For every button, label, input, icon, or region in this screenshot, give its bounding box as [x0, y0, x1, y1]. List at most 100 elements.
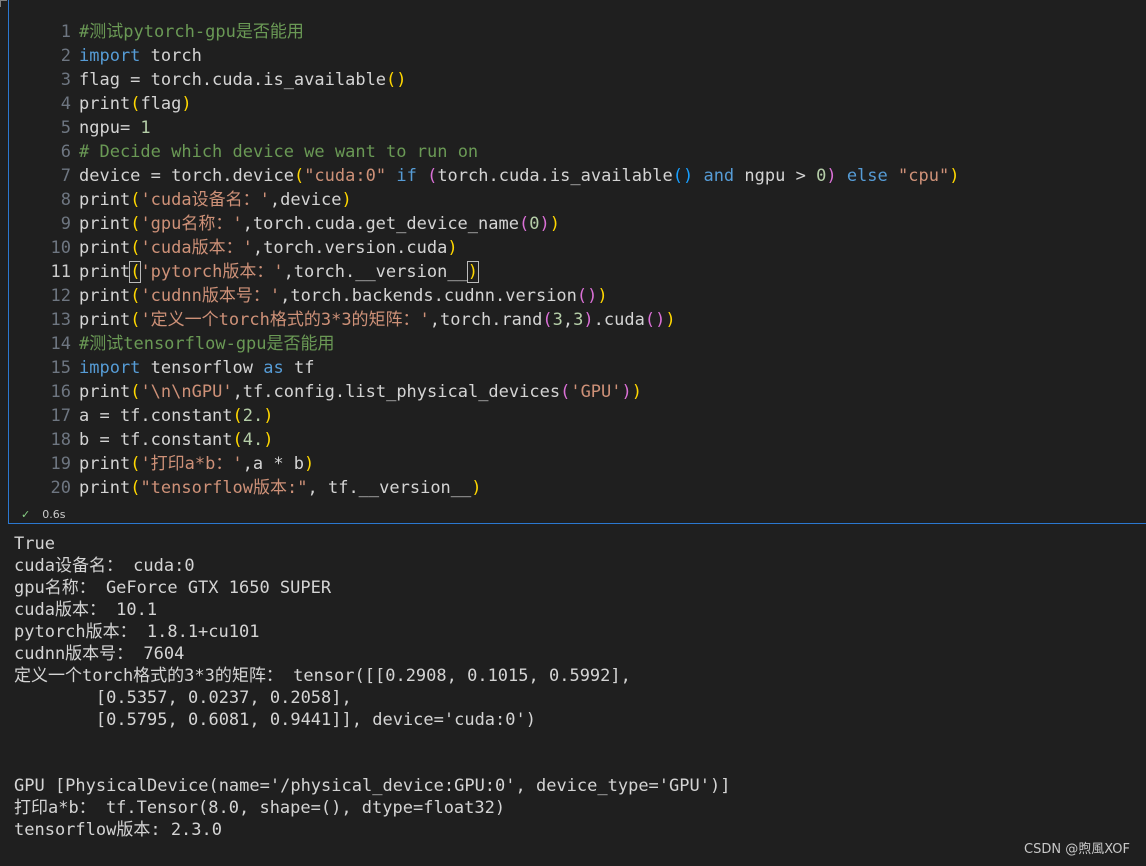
code-text[interactable]: print('cuda设备名：',device): [79, 188, 352, 212]
code-token: (: [130, 286, 141, 306]
code-text[interactable]: # Decide which device we want to run on: [79, 140, 478, 164]
output-line: cuda版本： 10.1: [14, 600, 158, 620]
line-number: 12: [50, 286, 71, 306]
code-token: # Decide which device we want to run on: [79, 142, 479, 162]
code-line[interactable]: 15 import tensorflow as tf: [9, 356, 1139, 380]
line-number: 18: [50, 430, 71, 450]
code-line[interactable]: 7 device = torch.device("cuda:0" if (torc…: [9, 164, 1139, 188]
code-token: (: [130, 382, 141, 402]
code-text[interactable]: #测试tensorflow-gpu是否能用: [79, 332, 335, 356]
code-token: print: [79, 478, 131, 498]
code-editor[interactable]: 1 #测试pytorch-gpu是否能用 2 import torch 3 flag = …: [9, 20, 1139, 500]
code-line[interactable]: 10 print('cuda版本：',torch.version.cuda): [9, 236, 1139, 260]
output-line: 定义一个torch格式的3*3的矩阵： tensor([[0.2908, 0.1…: [14, 666, 631, 686]
code-line[interactable]: 16 print('\n\nGPU',tf.config.list_physica…: [9, 380, 1139, 404]
code-text[interactable]: print('cuda版本：',torch.version.cuda): [79, 236, 458, 260]
code-token: ): [341, 190, 352, 210]
code-line[interactable]: 13 print('定义一个torch格式的3*3的矩阵：',torch.rand…: [9, 308, 1139, 332]
code-line[interactable]: 20 print("tensorflow版本:", tf.__version__): [9, 476, 1139, 500]
code-text[interactable]: b = tf.constant(4.): [79, 428, 274, 452]
code-line[interactable]: 12 print('cudnn版本号：',torch.backends.cudnn…: [9, 284, 1139, 308]
code-line[interactable]: 18 b = tf.constant(4.): [9, 428, 1139, 452]
line-number: 4: [60, 94, 71, 114]
code-text[interactable]: print("tensorflow版本:", tf.__version__): [79, 476, 482, 500]
code-text[interactable]: print('cudnn版本号：',torch.backends.cudnn.v…: [79, 284, 608, 308]
code-token: (: [130, 478, 141, 498]
code-line[interactable]: 1 #测试pytorch-gpu是否能用: [9, 20, 1139, 44]
code-text[interactable]: import torch: [79, 44, 202, 68]
code-token: (): [644, 310, 666, 330]
code-token: 0: [816, 166, 827, 186]
code-token: print: [79, 454, 131, 474]
code-token: ): [447, 238, 458, 258]
code-line[interactable]: 11 print('pytorch版本：',torch.__version__): [9, 260, 1139, 284]
code-token: ,torch.__version__: [283, 262, 468, 282]
line-number: 1: [60, 22, 71, 42]
code-text[interactable]: print(flag): [79, 92, 192, 116]
code-token: (: [518, 214, 530, 234]
code-token: #测试tensorflow-gpu是否能用: [79, 334, 335, 354]
code-line[interactable]: 19 print('打印a*b：',a * b): [9, 452, 1139, 476]
code-text[interactable]: print('\n\nGPU',tf.config.list_physical_…: [79, 380, 642, 404]
output-line: 打印a*b： tf.Tensor(8.0, shape=(), dtype=fl…: [14, 798, 506, 818]
code-text[interactable]: a = tf.constant(2.): [79, 404, 274, 428]
code-line[interactable]: 5 ngpu= 1: [9, 116, 1139, 140]
code-token: ): [631, 382, 643, 402]
code-token: import: [79, 46, 141, 66]
output-line: True: [14, 534, 55, 554]
line-number: 7: [60, 166, 71, 186]
line-number: 8: [60, 190, 71, 210]
output-line: [0.5357, 0.0237, 0.2058],: [14, 688, 352, 708]
line-number: 10: [50, 238, 71, 258]
code-token: flag: [140, 94, 182, 114]
code-token: print: [79, 262, 131, 282]
code-text[interactable]: import tensorflow as tf: [79, 356, 314, 380]
code-token: (: [560, 382, 571, 402]
code-token: 'pytorch版本：': [140, 262, 284, 282]
code-line[interactable]: 8 print('cuda设备名：',device): [9, 188, 1139, 212]
code-token: ,: [562, 310, 574, 330]
code-token: ): [471, 478, 482, 498]
code-token: (): [576, 286, 598, 306]
code-token: tf: [283, 358, 315, 378]
code-text[interactable]: print('定义一个torch格式的3*3的矩阵：',torch.rand(3…: [79, 308, 676, 332]
code-line[interactable]: 6 # Decide which device we want to run on: [9, 140, 1139, 164]
code-line[interactable]: 4 print(flag): [9, 92, 1139, 116]
code-token: (: [542, 310, 553, 330]
cell-collapse-marker: [0, 0, 7, 7]
line-number: 3: [60, 70, 71, 90]
code-text[interactable]: ngpu= 1: [79, 116, 151, 140]
code-line[interactable]: 2 import torch: [9, 44, 1139, 68]
output-line: GPU [PhysicalDevice(name='/physical_devi…: [14, 776, 731, 796]
code-text[interactable]: print('打印a*b：',a * b): [79, 452, 314, 476]
code-token: "cpu": [898, 166, 950, 186]
code-line[interactable]: 3 flag = torch.cuda.is_available(): [9, 68, 1139, 92]
code-line[interactable]: 17 a = tf.constant(2.): [9, 404, 1139, 428]
code-token: ,torch.version.cuda: [252, 238, 448, 258]
code-line[interactable]: 14 #测试tensorflow-gpu是否能用: [9, 332, 1139, 356]
code-token: ): [549, 214, 560, 234]
code-token: 3: [552, 310, 563, 330]
code-text[interactable]: device = torch.device("cuda:0" if (torch…: [79, 164, 959, 188]
code-token: ): [583, 310, 594, 330]
code-token: (: [427, 166, 438, 186]
line-number: 6: [60, 142, 71, 162]
code-token: (: [130, 190, 141, 210]
code-text[interactable]: print('gpu名称：',torch.cuda.get_device_nam…: [79, 212, 560, 236]
code-token: ,tf.config.list_physical_devices: [232, 382, 561, 402]
code-cell[interactable]: 1 #测试pytorch-gpu是否能用 2 import torch 3 flag = …: [8, 0, 1146, 524]
line-number: 19: [50, 454, 71, 474]
code-token: (: [293, 166, 305, 186]
code-line[interactable]: 9 print('gpu名称：',torch.cuda.get_device_na…: [9, 212, 1139, 236]
code-text[interactable]: #测试pytorch-gpu是否能用: [79, 20, 304, 44]
code-text[interactable]: flag = torch.cuda.is_available(): [79, 68, 407, 92]
execution-time: 0.6s: [42, 508, 66, 521]
code-token: (: [130, 454, 141, 474]
code-token: (: [130, 94, 141, 114]
code-token: (: [232, 430, 243, 450]
code-text[interactable]: print('pytorch版本：',torch.__version__): [79, 260, 480, 284]
